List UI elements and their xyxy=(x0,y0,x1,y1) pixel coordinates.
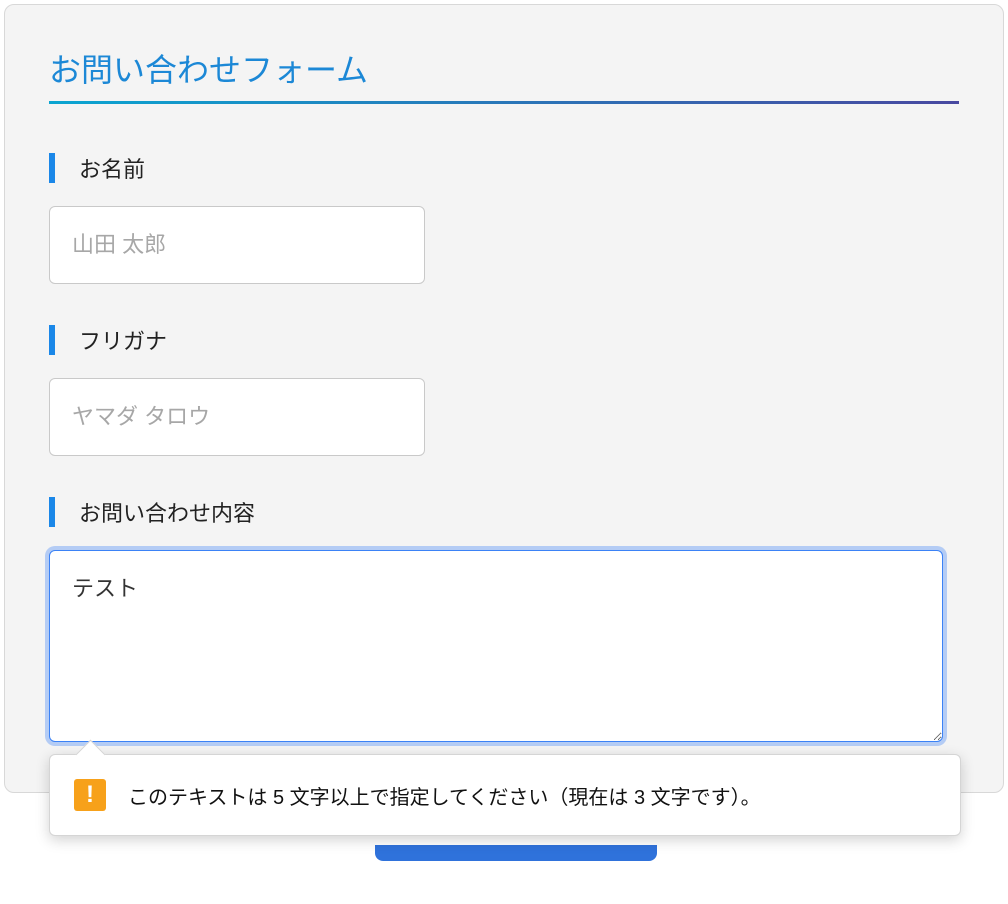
submit-button[interactable] xyxy=(375,845,657,861)
name-label-row: お名前 xyxy=(49,152,959,184)
validation-tooltip: ! このテキストは 5 文字以上で指定してください（現在は 3 文字です）。 xyxy=(49,754,961,836)
accent-bar-icon xyxy=(49,325,55,355)
inquiry-label-row: お問い合わせ内容 xyxy=(49,496,959,528)
furigana-label-row: フリガナ xyxy=(49,324,959,356)
field-inquiry: お問い合わせ内容 ! このテキストは 5 文字以上で指定してください（現在は 3… xyxy=(49,496,959,742)
warning-icon: ! xyxy=(74,779,106,811)
inquiry-textarea-wrap: ! このテキストは 5 文字以上で指定してください（現在は 3 文字です）。 xyxy=(49,550,959,742)
furigana-input[interactable] xyxy=(49,378,425,456)
contact-form-panel: お問い合わせフォーム お名前 フリガナ お問い合わせ内容 ! このテキストは 5… xyxy=(4,4,1004,793)
name-input[interactable] xyxy=(49,206,425,284)
accent-bar-icon xyxy=(49,497,55,527)
validation-message: このテキストは 5 文字以上で指定してください（現在は 3 文字です）。 xyxy=(128,781,761,810)
name-label: お名前 xyxy=(79,152,145,184)
field-furigana: フリガナ xyxy=(49,324,959,456)
inquiry-textarea[interactable] xyxy=(49,550,943,742)
form-title: お問い合わせフォーム xyxy=(49,45,959,104)
accent-bar-icon xyxy=(49,153,55,183)
furigana-label: フリガナ xyxy=(79,324,167,356)
inquiry-label: お問い合わせ内容 xyxy=(79,496,255,528)
field-name: お名前 xyxy=(49,152,959,284)
